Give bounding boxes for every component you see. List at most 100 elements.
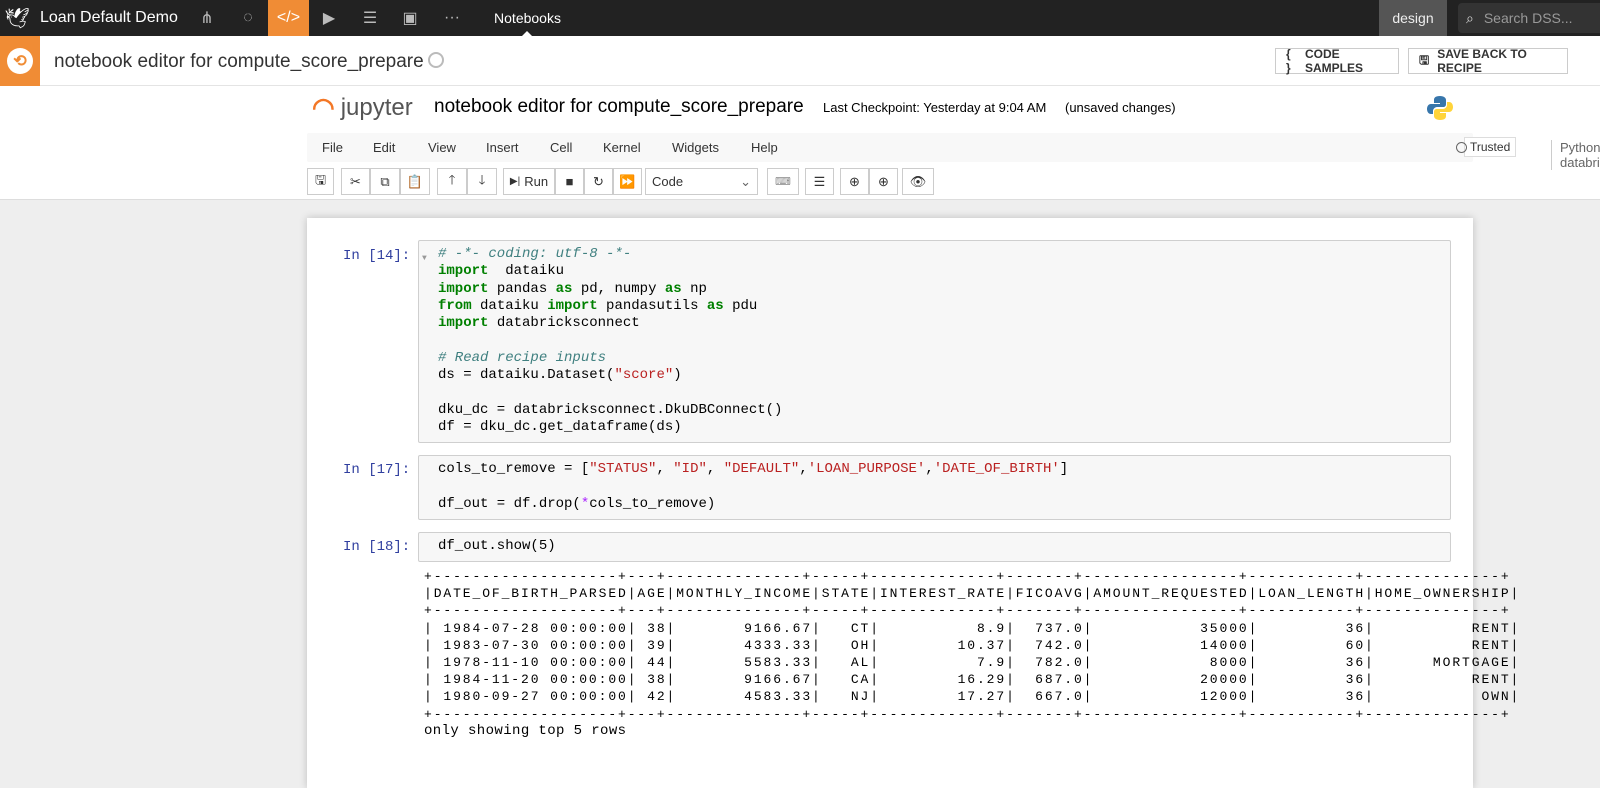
save-icon: 🖫	[314, 171, 327, 187]
code-token: # -*- coding: utf-8 -*-	[438, 246, 632, 262]
code-token: "DEFAULT"	[723, 461, 800, 477]
dataiku-bird-logo-icon[interactable]: 🕊	[0, 0, 34, 36]
code-token: "STATUS"	[589, 461, 657, 477]
code-token: as	[664, 280, 682, 297]
code-token: ,	[925, 461, 934, 477]
code-token: pandas	[488, 280, 556, 297]
code-samples-button[interactable]: { } CODE SAMPLES	[1275, 47, 1399, 75]
code-line: df = dku_dc.get_dataframe(ds)	[438, 419, 1450, 436]
menu-view[interactable]: View	[428, 140, 456, 155]
output-table-line: | 1984-11-20 00:00:00| 38| 9166.67| CA| …	[424, 672, 1521, 688]
restart-button[interactable]: ↻	[584, 168, 613, 195]
code-token: 'LOAN_PURPOSE'	[807, 461, 926, 477]
output-table-line: +-------------------+---+--------------+…	[424, 706, 1511, 722]
search-box[interactable]: ⌕ Search DSS...	[1458, 3, 1600, 33]
code-token: dataiku	[488, 263, 565, 280]
run-button[interactable]: ▶| Run	[503, 168, 555, 195]
restart-run-all-button[interactable]: ⏩	[613, 168, 642, 195]
upload-button[interactable]: ⊕	[840, 168, 869, 195]
command-palette-button[interactable]: ⌨	[767, 168, 799, 195]
menu-kernel[interactable]: Kernel	[603, 140, 641, 155]
code-token: )	[673, 367, 682, 384]
code-token: 'DATE_OF_BIRTH'	[933, 461, 1060, 477]
list-icon: ☰	[813, 173, 826, 189]
preview-button[interactable]: 👁	[902, 168, 934, 195]
code-token: dataiku	[471, 297, 548, 314]
code-samples-label: CODE SAMPLES	[1304, 47, 1363, 75]
code-cell-input[interactable]: df_out.show(5)	[418, 532, 1451, 562]
flow-icon[interactable]: ⋔	[190, 0, 224, 36]
notebooks-tab[interactable]: Notebooks	[480, 0, 575, 36]
menu-widgets[interactable]: Widgets	[672, 140, 719, 155]
code-icon[interactable]: </>	[268, 0, 309, 36]
code-line: import dataiku	[438, 263, 1450, 280]
interrupt-button[interactable]: ■	[555, 168, 584, 195]
search-icon: ⌕	[1466, 9, 1474, 26]
cycle-icon[interactable]: ◌	[231, 0, 265, 36]
code-line: dku_dc = databricksconnect.DkuDBConnect(…	[438, 402, 1450, 419]
code-token: df = dku_dc.get_dataframe(ds)	[438, 418, 682, 435]
save-button[interactable]: 🖫	[307, 168, 334, 195]
more-icon[interactable]: ···	[435, 0, 469, 36]
code-line: cols_to_remove = ["STATUS", "ID", "DEFAU…	[438, 461, 1450, 478]
design-mode-button[interactable]: design	[1379, 0, 1447, 36]
jupyter-header: ◠ jupyter notebook editor for compute_sco…	[0, 86, 1600, 130]
code-token: as	[555, 280, 573, 297]
code-cell-input[interactable]: cols_to_remove = ["STATUS", "ID", "DEFAU…	[418, 455, 1451, 520]
code-token: "score"	[614, 367, 674, 384]
search-input[interactable]: Search DSS...	[1484, 10, 1573, 26]
project-name[interactable]: Loan Default Demo	[40, 0, 178, 36]
fast-forward-icon: ⏩	[619, 173, 636, 189]
cut-button[interactable]: ✂	[341, 168, 370, 195]
jupyter-logo[interactable]: ◠ jupyter	[312, 92, 413, 123]
menu-insert[interactable]: Insert	[486, 140, 519, 155]
paste-icon: 📋	[406, 173, 424, 189]
cell-type-select[interactable]: Code ⌄	[645, 168, 758, 195]
move-up-button[interactable]: 🡑	[437, 168, 467, 195]
code-token: ,	[706, 461, 724, 477]
chevron-down-icon: ⌄	[740, 173, 751, 189]
code-line: df_out = df.drop(*cols_to_remove)	[438, 496, 1450, 513]
code-token: pandasutils	[597, 297, 707, 314]
keyboard-icon: ⌨	[775, 176, 791, 188]
trusted-badge[interactable]: Trusted	[1464, 137, 1517, 157]
save-icon: 🖫	[1419, 52, 1430, 67]
notebook-subbar: ⟲ notebook editor for compute_score_prep…	[0, 36, 1600, 86]
code-cell-input[interactable]: ▼ # -*- coding: utf-8 -*- import dataiku im…	[418, 240, 1451, 443]
notebook-title: notebook editor for compute_score_prepar…	[54, 51, 424, 72]
circle-arrow-down-icon: ⊕	[878, 173, 889, 189]
code-line: # -*- coding: utf-8 -*-	[438, 246, 1450, 263]
copy-button[interactable]: ⧉	[370, 168, 400, 195]
code-line: from dataiku import pandasutils as pdu	[438, 298, 1450, 315]
code-token: # Read recipe inputs	[438, 349, 607, 366]
code-line: ds = dataiku.Dataset("score")	[438, 367, 1450, 384]
run-icon[interactable]: ▶	[312, 0, 346, 36]
compass-icon[interactable]	[428, 52, 444, 68]
code-line: # Read recipe inputs	[438, 350, 1450, 367]
copy-icon: ⧉	[380, 173, 390, 189]
code-token: as	[706, 297, 724, 314]
move-down-button[interactable]: 🡓	[467, 168, 497, 195]
fold-arrow-icon[interactable]: ▼	[422, 250, 427, 267]
download-button[interactable]: ⊕	[869, 168, 898, 195]
menu-cell[interactable]: Cell	[550, 140, 572, 155]
code-token: cols_to_remove)	[589, 495, 716, 512]
dashboard-icon[interactable]: ▣	[393, 0, 427, 36]
output-footer: only showing top 5 rows	[424, 722, 627, 739]
menu-edit[interactable]: Edit	[373, 140, 395, 155]
save-back-to-recipe-button[interactable]: 🖫 SAVE BACK TO RECIPE	[1408, 47, 1568, 75]
paste-button[interactable]: 📋	[400, 168, 430, 195]
braces-icon: { }	[1286, 47, 1291, 75]
jupyter-logo-text: jupyter	[340, 93, 413, 121]
menu-file[interactable]: File	[322, 140, 343, 155]
code-line: import pandas as pd, numpy as np	[438, 281, 1450, 298]
output-table-line: +-------------------+---+--------------+…	[424, 603, 1511, 619]
cell-prompt: In [14]:	[343, 248, 411, 264]
python-notebook-icon: ⟲	[0, 36, 40, 86]
jupyter-notebook-title[interactable]: notebook editor for compute_score_prepar…	[434, 96, 804, 118]
code-token: import	[438, 315, 489, 332]
print-stack-icon[interactable]: ☰	[353, 0, 387, 36]
menu-help[interactable]: Help	[751, 140, 778, 155]
toc-button[interactable]: ☰	[805, 168, 834, 195]
output-table-line: | 1983-07-30 00:00:00| 39| 4333.33| OH| …	[424, 637, 1521, 653]
